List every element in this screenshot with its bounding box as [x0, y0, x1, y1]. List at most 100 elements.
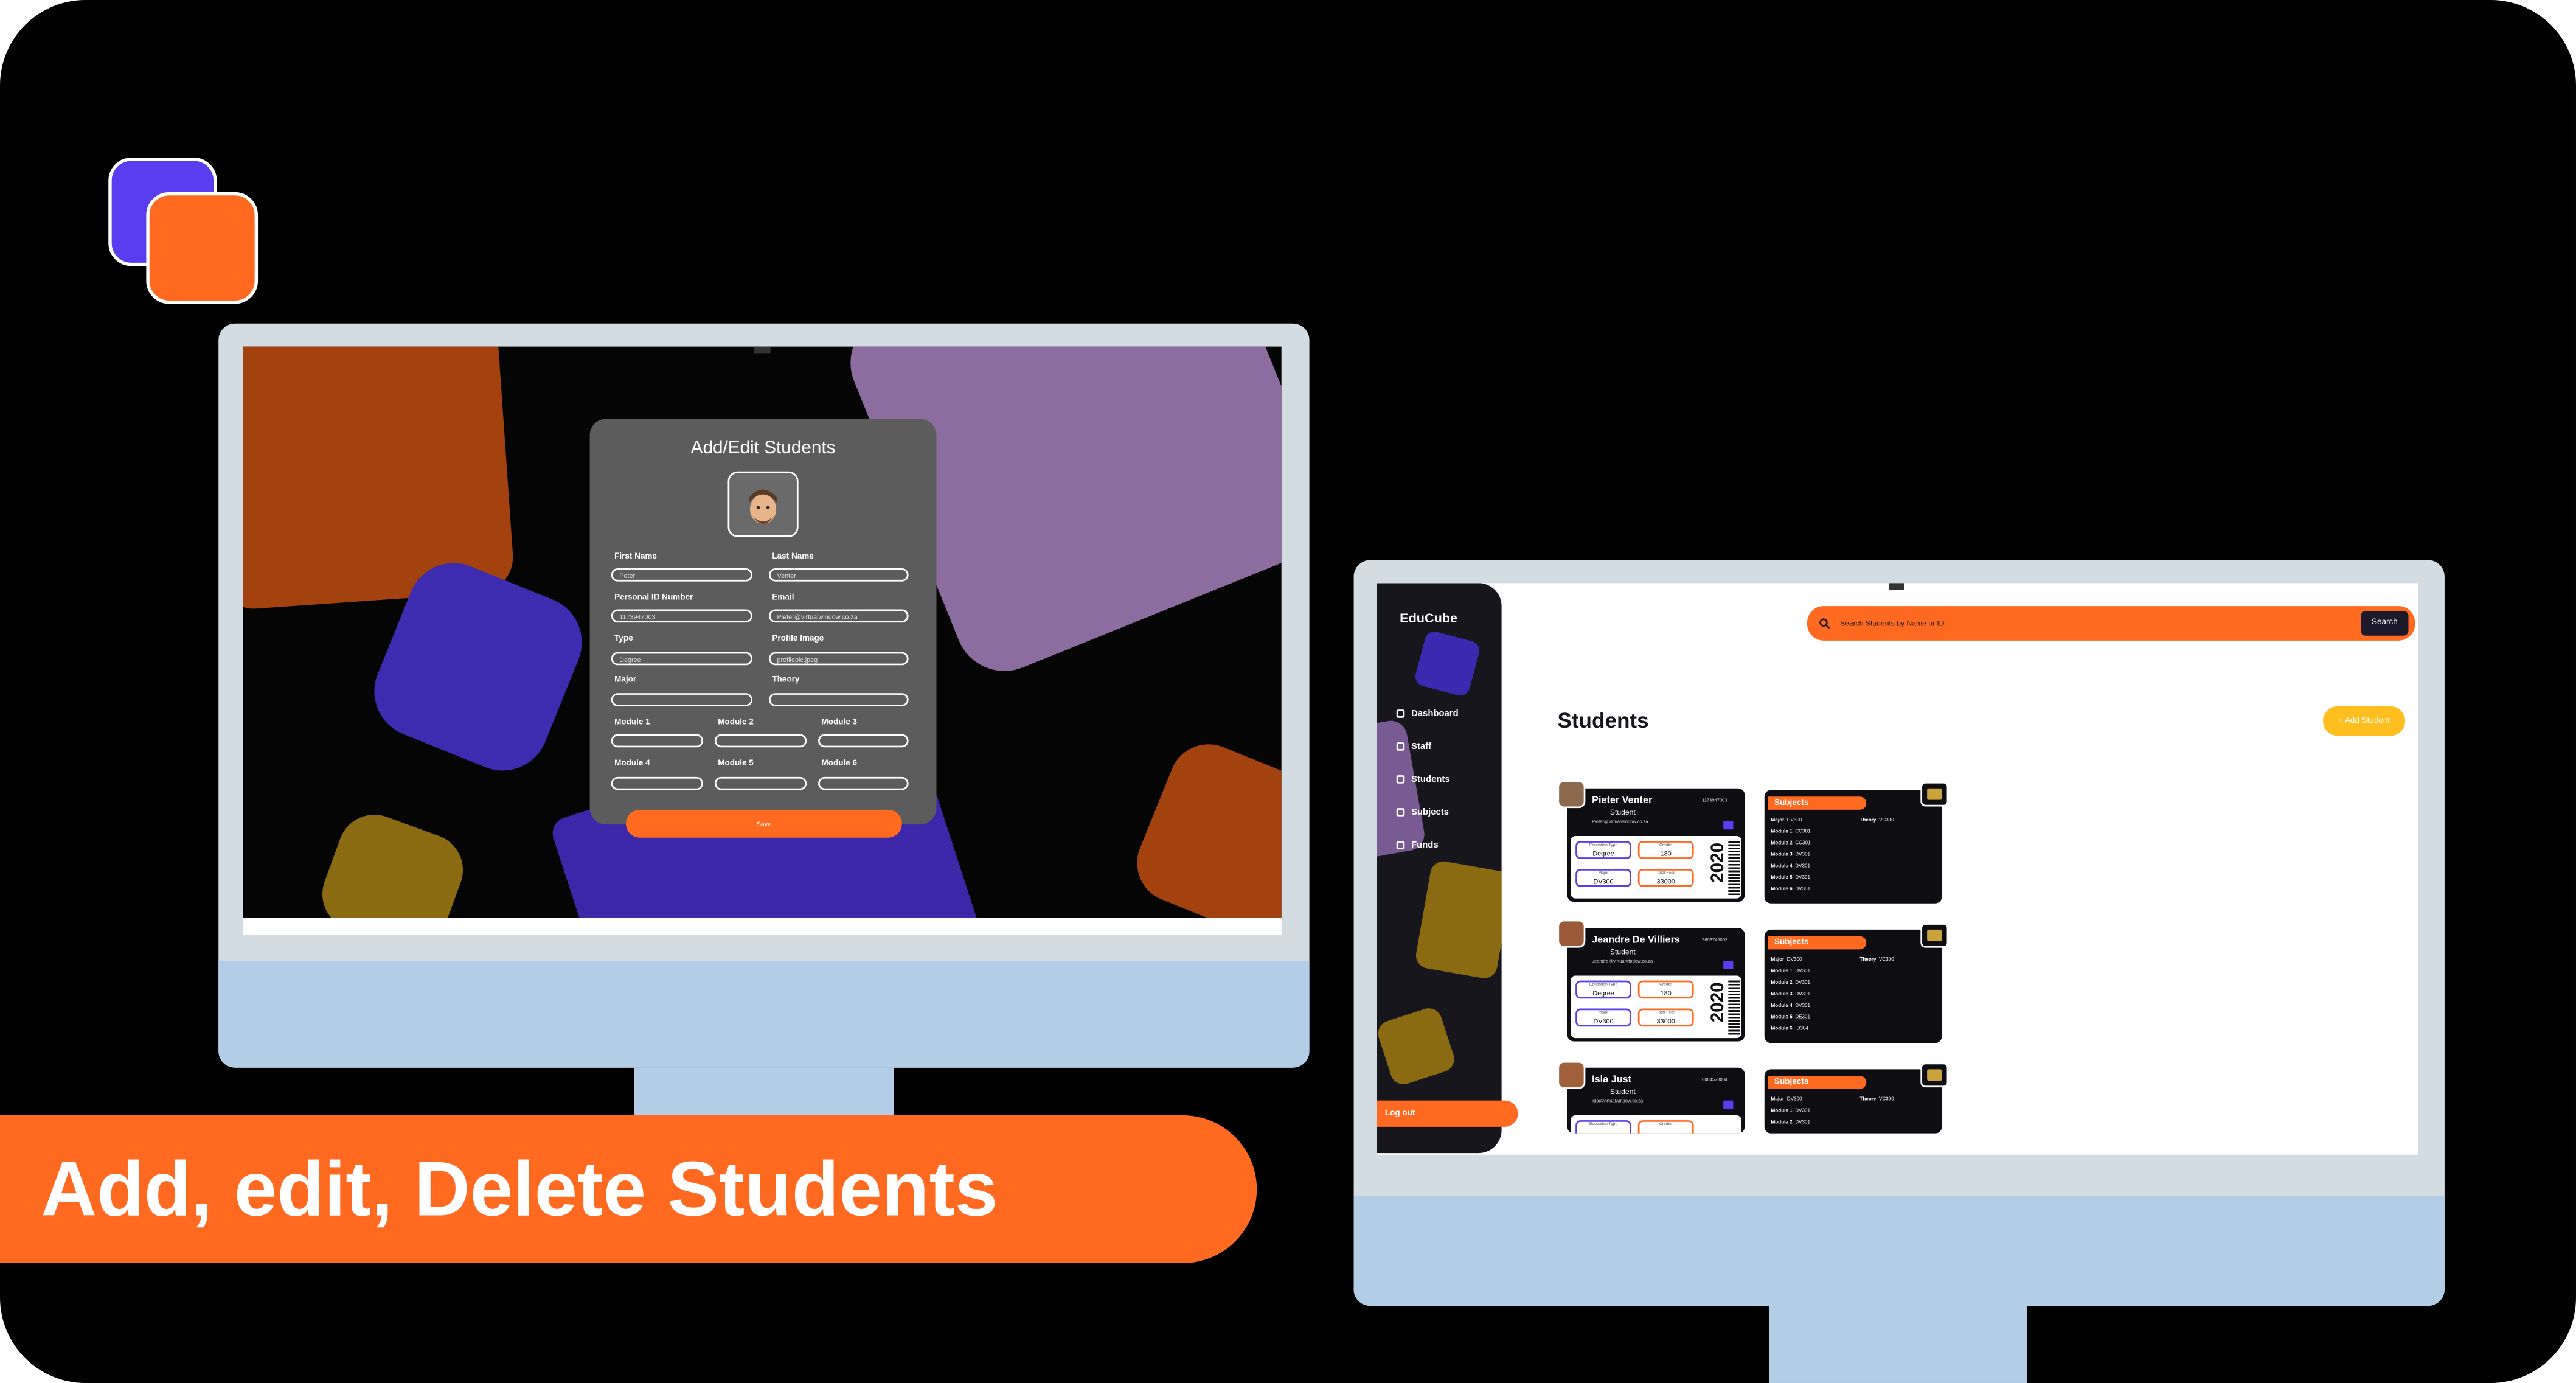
brand-logo: EduCube: [1400, 611, 1457, 626]
email-field[interactable]: Pieter@virtualwindow.co.za: [769, 609, 909, 623]
pill-label: Credits: [1659, 842, 1673, 848]
form-title: Add/Edit Students: [690, 438, 836, 459]
module-line: Module 2 DV301: [1771, 1118, 1810, 1125]
student-card[interactable]: Jeandre De Villiers Student Jeandre@virt…: [1567, 928, 1745, 1042]
major-line: Major DV300: [1771, 1096, 1802, 1103]
search-input[interactable]: Search Students by Name or ID: [1840, 606, 1945, 641]
line-label: Module 2: [1771, 839, 1793, 846]
last-name-field[interactable]: Venter: [769, 568, 909, 582]
line-label: Major: [1771, 816, 1785, 823]
student-details: Education Type Degree Credits 180 Major DV3…: [1571, 836, 1741, 899]
student-name: Isla Just: [1592, 1076, 1632, 1086]
person-icon: [1396, 742, 1405, 751]
subjects-card[interactable]: Subjects Major DV300 Theory VC300 Module…: [1764, 1069, 1942, 1134]
module-line: Module 1 DV301: [1771, 1107, 1810, 1113]
pill-label: Major: [1598, 870, 1609, 876]
pill-label: Credits: [1659, 1121, 1673, 1127]
line-value: DV300: [1786, 1095, 1802, 1103]
subjects-tag: Subjects: [1768, 1076, 1867, 1089]
pill-value: Degree: [1592, 989, 1614, 997]
module-line: Module 6 DV301: [1771, 885, 1810, 892]
module2-label: Module 2: [718, 717, 754, 728]
monitor-left-chin: [218, 961, 1310, 1068]
student-details: Education Type Credits: [1571, 1115, 1741, 1134]
student-email: Jeandre@virtualwindow.co.za: [1592, 957, 1653, 964]
module4-field[interactable]: [611, 776, 703, 790]
line-label: Module 3: [1771, 990, 1793, 997]
student-role: Student: [1609, 1087, 1636, 1096]
major-field[interactable]: [611, 693, 753, 706]
student-id: 0084578004: [1702, 1076, 1728, 1082]
student-name: Pieter Venter: [1592, 796, 1653, 807]
avatar-icon[interactable]: [727, 471, 799, 537]
bg-shape-olive: [312, 804, 473, 919]
student-email: isla@virtualwindow.co.za: [1592, 1097, 1644, 1104]
student-card[interactable]: Isla Just Student isla@virtualwindow.co.…: [1567, 1067, 1745, 1134]
barcode-icon: [1728, 978, 1740, 1035]
camera-notch: [1889, 583, 1904, 590]
personal-id-label: Personal ID Number: [614, 593, 693, 603]
line-label: Major: [1771, 956, 1785, 963]
students-icon: [1396, 775, 1405, 784]
theory-field[interactable]: [769, 693, 909, 706]
student-email: Pieter@virtualwindow.co.za: [1592, 818, 1648, 825]
sidebar-item-staff[interactable]: Staff: [1396, 742, 1432, 753]
module6-field[interactable]: [818, 776, 909, 790]
module5-field[interactable]: [714, 776, 807, 790]
add-student-button[interactable]: + Add Student: [2323, 706, 2406, 736]
module-line: Module 3 DV301: [1771, 991, 1810, 997]
module3-field[interactable]: [818, 734, 909, 748]
theory-line: Theory VC300: [1859, 956, 1894, 963]
module1-field[interactable]: [611, 734, 703, 748]
avatar: [1557, 780, 1586, 809]
pill-label: Total Fees: [1656, 870, 1676, 876]
module-line: Module 2 CC301: [1771, 839, 1811, 846]
type-label: Type: [614, 634, 633, 644]
pill-value: Degree: [1592, 849, 1614, 858]
personal-id-field[interactable]: 1173947003: [611, 609, 753, 623]
line-value: DV301: [1795, 1002, 1811, 1009]
theory-line: Theory VC300: [1859, 1096, 1894, 1103]
save-button[interactable]: Save: [626, 809, 902, 838]
sidebar-item-label: Staff: [1411, 742, 1432, 753]
pill-label: Credits: [1659, 982, 1673, 988]
line-label: Module 2: [1771, 978, 1793, 986]
credits-pill: Credits 180: [1637, 980, 1694, 999]
sidebar-item-dashboard[interactable]: Dashboard: [1396, 709, 1459, 719]
line-label: Module 1: [1771, 827, 1793, 835]
line-value: ID304: [1795, 1025, 1808, 1032]
book-icon: [1396, 808, 1405, 817]
sidebar-item-subjects[interactable]: Subjects: [1396, 808, 1449, 818]
line-value: CC301: [1795, 827, 1811, 835]
module-line: Module 1 CC301: [1771, 828, 1811, 835]
sidebar-shape-olive-small: [1377, 1005, 1458, 1088]
module2-field[interactable]: [714, 734, 807, 748]
line-label: Module 6: [1771, 885, 1793, 892]
student-name: Jeandre De Villiers: [1592, 936, 1680, 946]
sidebar-shape-indigo: [1413, 629, 1482, 698]
sidebar-item-funds[interactable]: Funds: [1396, 841, 1439, 851]
camera-notch: [754, 346, 771, 354]
subjects-card[interactable]: Subjects Major DV300 Theory VC300 Module…: [1764, 790, 1942, 904]
search-button[interactable]: Search: [2361, 611, 2409, 636]
module-line: Module 5 DE301: [1771, 1014, 1810, 1020]
subjects-card[interactable]: Subjects Major DV300 Theory VC300 Module…: [1764, 929, 1942, 1043]
edit-icon[interactable]: [1723, 1100, 1734, 1109]
module-line: Module 6 ID304: [1771, 1025, 1808, 1032]
profile-image-field[interactable]: profilepic.jpeg: [769, 652, 909, 666]
bg-shape-orange-right: [1125, 732, 1282, 919]
student-details: Education Type Degree Credits 180 Major DV3…: [1571, 975, 1741, 1039]
major-line: Major DV300: [1771, 817, 1802, 823]
sidebar-item-students[interactable]: Students: [1396, 775, 1450, 785]
student-id: 9803745003: [1702, 936, 1728, 943]
logout-button[interactable]: Log out: [1377, 1100, 1518, 1127]
type-field[interactable]: Degree: [611, 652, 753, 666]
line-label: Module 5: [1771, 1013, 1793, 1020]
edit-icon[interactable]: [1723, 961, 1734, 969]
total-fees-pill: Total Fees 33000: [1637, 869, 1694, 887]
student-card[interactable]: Pieter Venter Student Pieter@virtualwind…: [1567, 788, 1745, 902]
module-line: Module 3 DV301: [1771, 851, 1810, 857]
sidebar-item-label: Subjects: [1411, 808, 1449, 818]
first-name-field[interactable]: Peter: [611, 568, 753, 582]
edit-icon[interactable]: [1723, 821, 1734, 830]
